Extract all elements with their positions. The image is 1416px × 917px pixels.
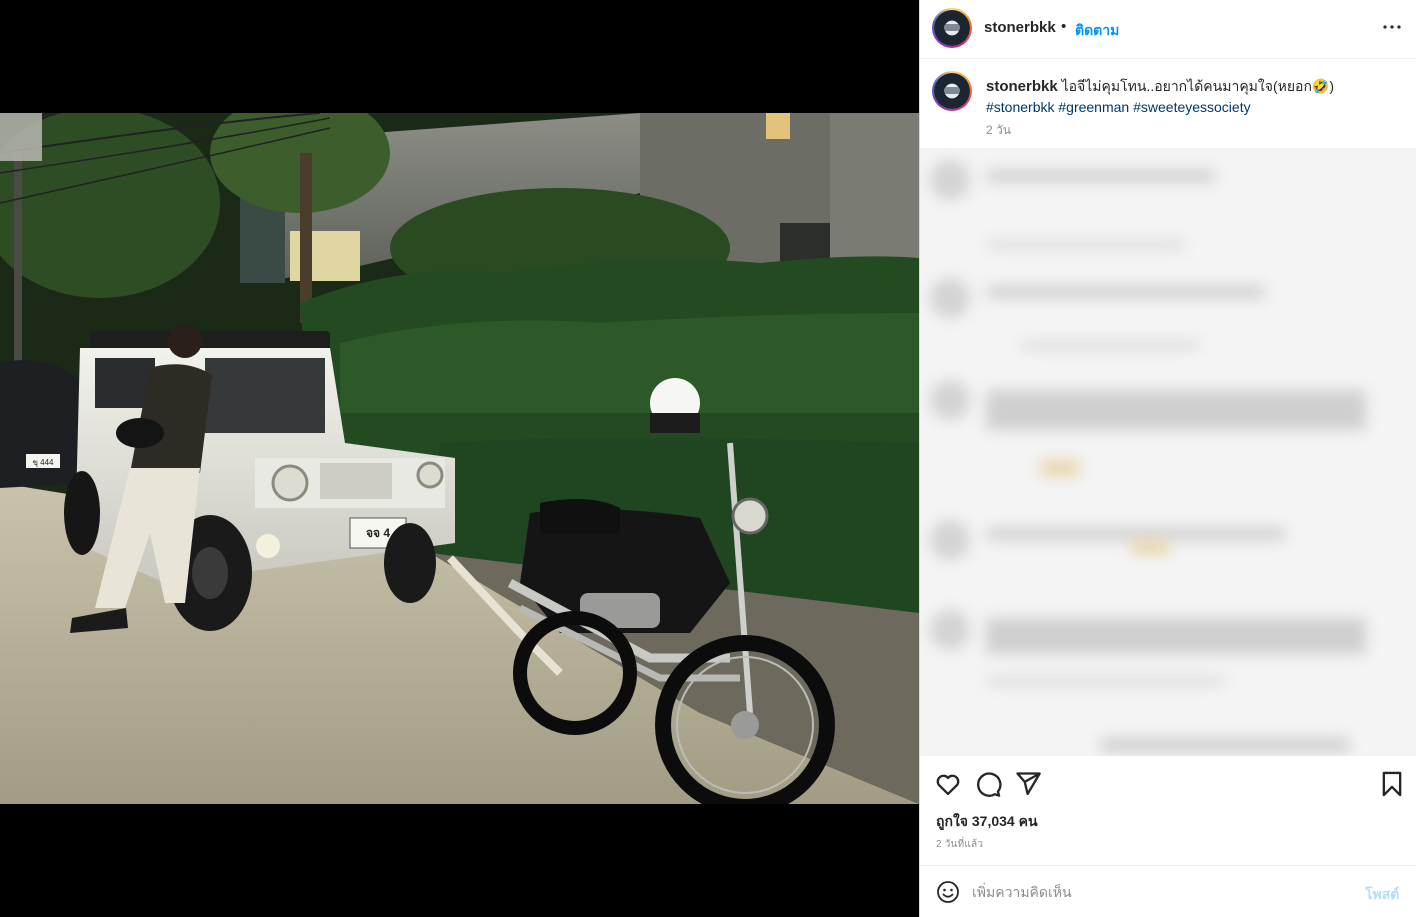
action-bar: ถูกใจ 37,034 คน 2 วันที่แล้ว: [920, 756, 1416, 866]
comments-list-blurred: [920, 148, 1416, 756]
plate-jeep-text: จจ 4: [366, 526, 390, 540]
post-comment-button[interactable]: โพสต์: [1365, 884, 1399, 906]
avatar[interactable]: [932, 8, 972, 48]
comment-icon[interactable]: [974, 770, 1002, 798]
caption-body: ไอจีไม่คุมโทน..อยากได้คนมาคุมใจ(หยอก🤣): [1061, 78, 1335, 94]
post-caption: stonerbkk ไอจีไม่คุมโทน..อยากได้คนมาคุมใ…: [920, 60, 1416, 148]
heart-icon[interactable]: [934, 770, 962, 798]
caption-timestamp: 2 วัน: [986, 123, 1011, 137]
follow-button[interactable]: ติดตาม: [1075, 20, 1119, 42]
post-details-pane: stonerbkk • ติดตาม stonerbkk ไอจีไม่คุมโ…: [919, 0, 1416, 917]
add-comment-bar: โพสต์: [920, 867, 1416, 917]
likes-count[interactable]: ถูกใจ 37,034 คน: [936, 811, 1038, 833]
caption-username[interactable]: stonerbkk: [986, 78, 1058, 95]
share-icon[interactable]: [1014, 770, 1042, 798]
plate-left-text: ขุ 444: [32, 458, 54, 467]
hashtag-link[interactable]: #sweeteyessociety: [1133, 99, 1251, 115]
comment-input[interactable]: [972, 877, 1352, 907]
post-photo[interactable]: ขุ 444 จจ 4: [0, 113, 919, 804]
hashtag-link[interactable]: #stonerbkk: [986, 99, 1054, 115]
post-header: stonerbkk • ติดตาม: [920, 0, 1416, 59]
emoji-icon[interactable]: [936, 880, 960, 904]
hashtag-link[interactable]: #greenman: [1058, 99, 1129, 115]
post-timestamp: 2 วันที่แล้ว: [936, 839, 984, 850]
post-media-pane: ขุ 444 จจ 4: [0, 0, 919, 917]
caption-text-block: stonerbkk ไอจีไม่คุมโทน..อยากได้คนมาคุมใ…: [986, 76, 1406, 117]
separator-dot: •: [1061, 18, 1067, 35]
more-options-icon[interactable]: [1380, 15, 1404, 39]
caption-avatar[interactable]: [932, 71, 972, 111]
post-photo-illustration: ขุ 444 จจ 4: [0, 113, 919, 804]
save-bookmark-icon[interactable]: [1378, 770, 1406, 798]
header-username[interactable]: stonerbkk: [984, 19, 1056, 36]
